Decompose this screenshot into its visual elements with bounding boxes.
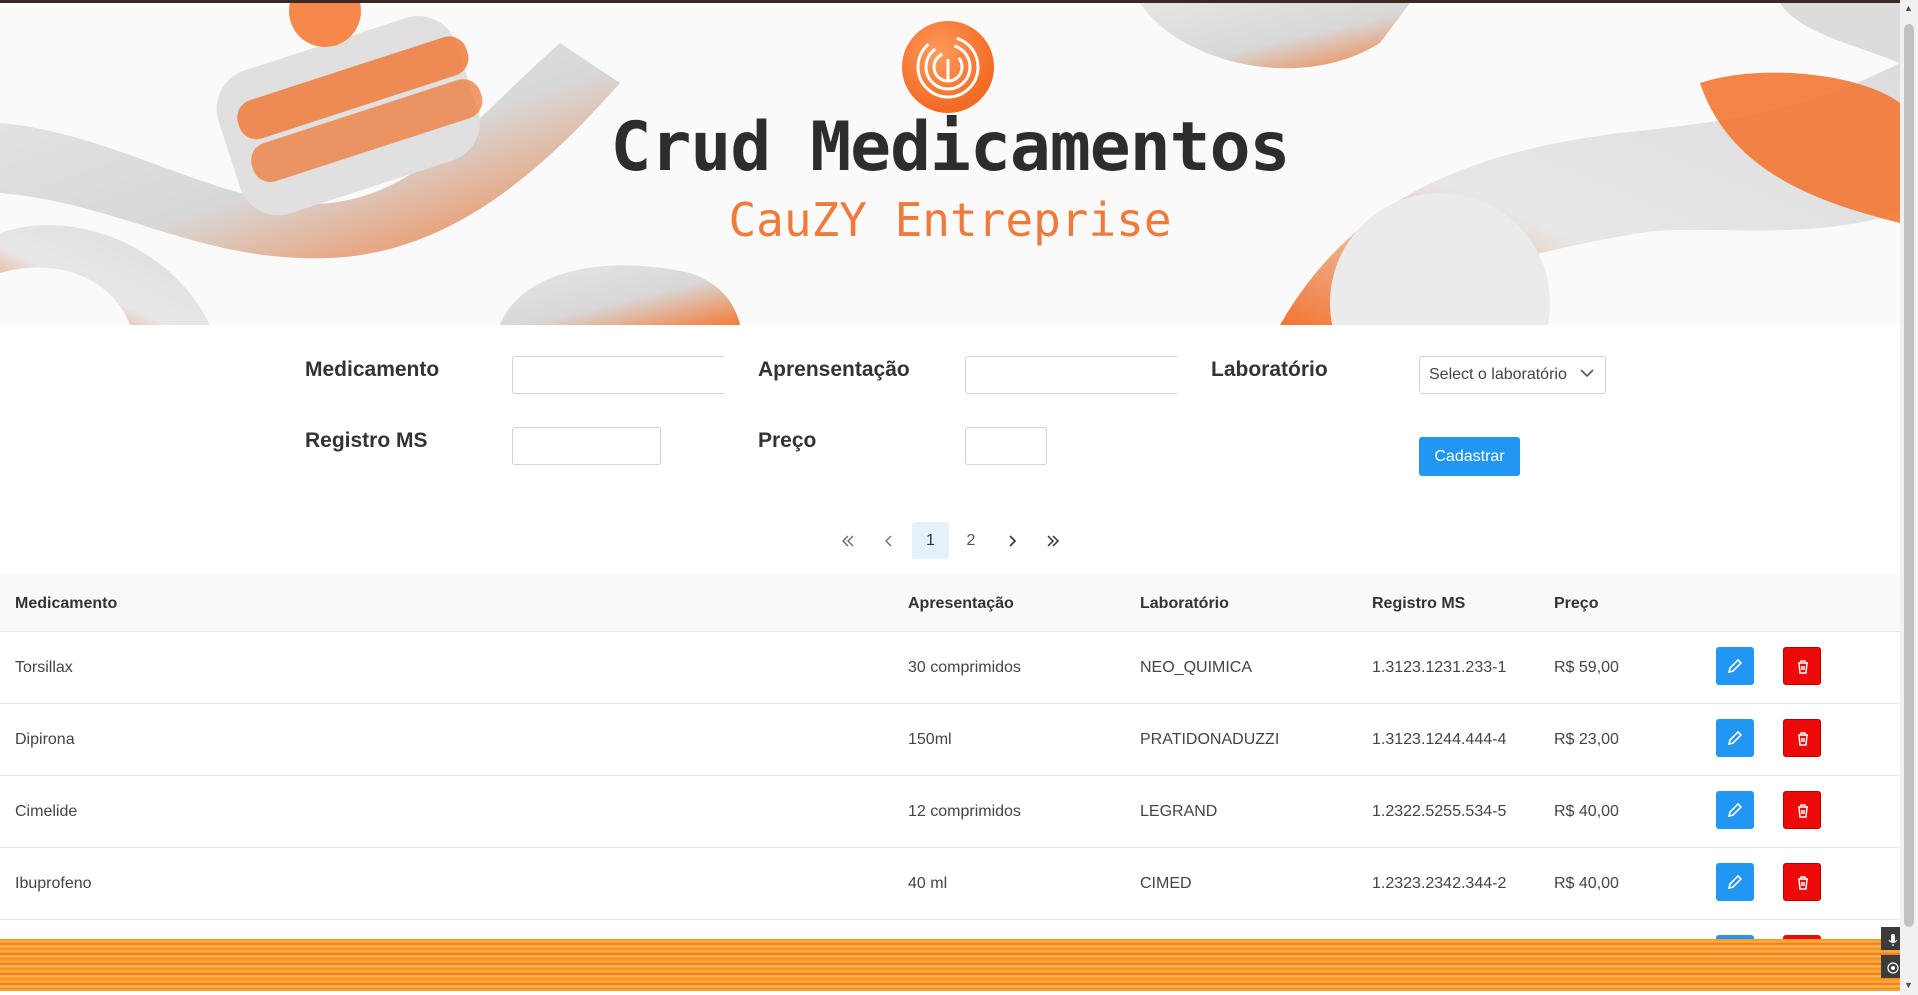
trash-icon [1798, 804, 1808, 818]
page-1-button[interactable]: 1 [912, 522, 949, 559]
registro-label: Registro MS [305, 429, 428, 452]
column-header-apresentacao[interactable]: Apresentação [908, 595, 1014, 613]
trash-icon [1798, 876, 1808, 890]
delete-button[interactable] [1783, 719, 1821, 757]
chevron-left-icon [885, 535, 892, 547]
preco-input[interactable] [965, 427, 1047, 465]
cell-apresentacao: 30 comprimidos [908, 659, 1021, 676]
prev-page-button[interactable] [872, 522, 906, 559]
cell-preco: R$ 40,00 [1554, 803, 1619, 820]
cell-medicamento: Torsillax [15, 659, 73, 676]
cell-medicamento: Cimelide [15, 803, 78, 820]
chevron-right-icon [1009, 535, 1017, 547]
pencil-icon [1727, 658, 1743, 674]
edit-button[interactable] [1716, 863, 1754, 901]
edit-button[interactable] [1716, 647, 1754, 685]
scroll-down-icon[interactable]: ▼ [1904, 980, 1913, 990]
apresentacao-label: Aprensentação [758, 358, 910, 381]
cell-registro: 1.2322.5255.534-5 [1372, 803, 1507, 820]
cell-apresentacao: 12 comprimidos [908, 803, 1021, 820]
last-page-button[interactable] [1036, 522, 1070, 559]
table-row: Torsillax 30 comprimidos NEO_QUIMICA 1.3… [0, 632, 1900, 704]
laboratorio-select-value: Select o laboratório [1429, 366, 1567, 383]
cell-laboratorio: NEO_QUIMICA [1140, 659, 1253, 676]
chevron-down-icon [1579, 365, 1595, 386]
cell-medicamento: Ibuprofeno [15, 875, 92, 892]
page-2-button[interactable]: 2 [954, 522, 988, 559]
laboratorio-select[interactable]: Select o laboratório [1419, 356, 1606, 394]
trash-icon [1798, 732, 1808, 746]
table-header: Medicamento Apresentação Laboratório Reg… [0, 575, 1900, 632]
pencil-icon [1727, 730, 1743, 746]
preco-label: Preço [758, 429, 817, 452]
column-header-registro[interactable]: Registro MS [1372, 595, 1465, 613]
delete-button[interactable] [1783, 863, 1821, 901]
page-subtitle: CauZY Entreprise [728, 193, 1172, 247]
column-header-laboratorio[interactable]: Laboratório [1140, 595, 1229, 613]
edit-button[interactable] [1716, 791, 1754, 829]
cell-registro: 1.3123.1244.444-4 [1372, 731, 1507, 748]
vertical-scrollbar[interactable]: ▲ ▼ [1900, 0, 1918, 995]
cell-preco: R$ 59,00 [1554, 659, 1619, 676]
fingerprint-c-icon [916, 35, 980, 99]
cell-laboratorio: CIMED [1140, 875, 1192, 892]
cell-registro: 1.3123.1231.233-1 [1372, 659, 1507, 676]
column-header-preco[interactable]: Preço [1554, 595, 1598, 613]
hero-banner: Crud Medicamentos CauZY Entreprise [0, 3, 1900, 325]
cell-laboratorio: LEGRAND [1140, 803, 1218, 820]
footer-stripes [0, 939, 1900, 991]
cell-apresentacao: 40 ml [908, 875, 948, 892]
medicamento-label: Medicamento [305, 358, 440, 381]
brand-logo [902, 21, 994, 113]
first-page-button[interactable] [831, 522, 865, 559]
cell-registro: 1.2323.2342.344-2 [1372, 875, 1507, 892]
apresentacao-input[interactable] [965, 356, 1177, 394]
medicamento-input[interactable] [512, 356, 724, 394]
trash-icon [1798, 660, 1808, 674]
table-row: Cimelide 12 comprimidos LEGRAND 1.2322.5… [0, 776, 1900, 848]
cadastrar-button[interactable]: Cadastrar [1419, 437, 1520, 476]
table-row: Dipirona 150ml PRATIDONADUZZI 1.3123.124… [0, 704, 1900, 776]
laboratorio-label: Laboratório [1211, 358, 1328, 381]
pencil-icon [1727, 802, 1743, 818]
table-row: Ibuprofeno 40 ml CIMED 1.2323.2342.344-2… [0, 848, 1900, 920]
scrollbar-thumb[interactable] [1904, 24, 1914, 927]
cell-preco: R$ 23,00 [1554, 731, 1619, 748]
cell-apresentacao: 150ml [908, 731, 952, 748]
double-chevron-left-icon [842, 535, 854, 547]
edit-button[interactable] [1716, 719, 1754, 757]
delete-button[interactable] [1783, 791, 1821, 829]
cell-preco: R$ 40,00 [1554, 875, 1619, 892]
next-page-button[interactable] [995, 522, 1029, 559]
scroll-up-icon[interactable]: ▲ [1904, 3, 1913, 13]
page-title: Crud Medicamentos [610, 108, 1291, 187]
delete-button[interactable] [1783, 647, 1821, 685]
cell-laboratorio: PRATIDONADUZZI [1140, 731, 1280, 748]
registro-input[interactable] [512, 427, 661, 465]
pencil-icon [1727, 874, 1743, 890]
column-header-medicamento[interactable]: Medicamento [15, 595, 117, 613]
cell-medicamento: Dipirona [15, 731, 75, 748]
double-chevron-right-icon [1047, 535, 1060, 547]
